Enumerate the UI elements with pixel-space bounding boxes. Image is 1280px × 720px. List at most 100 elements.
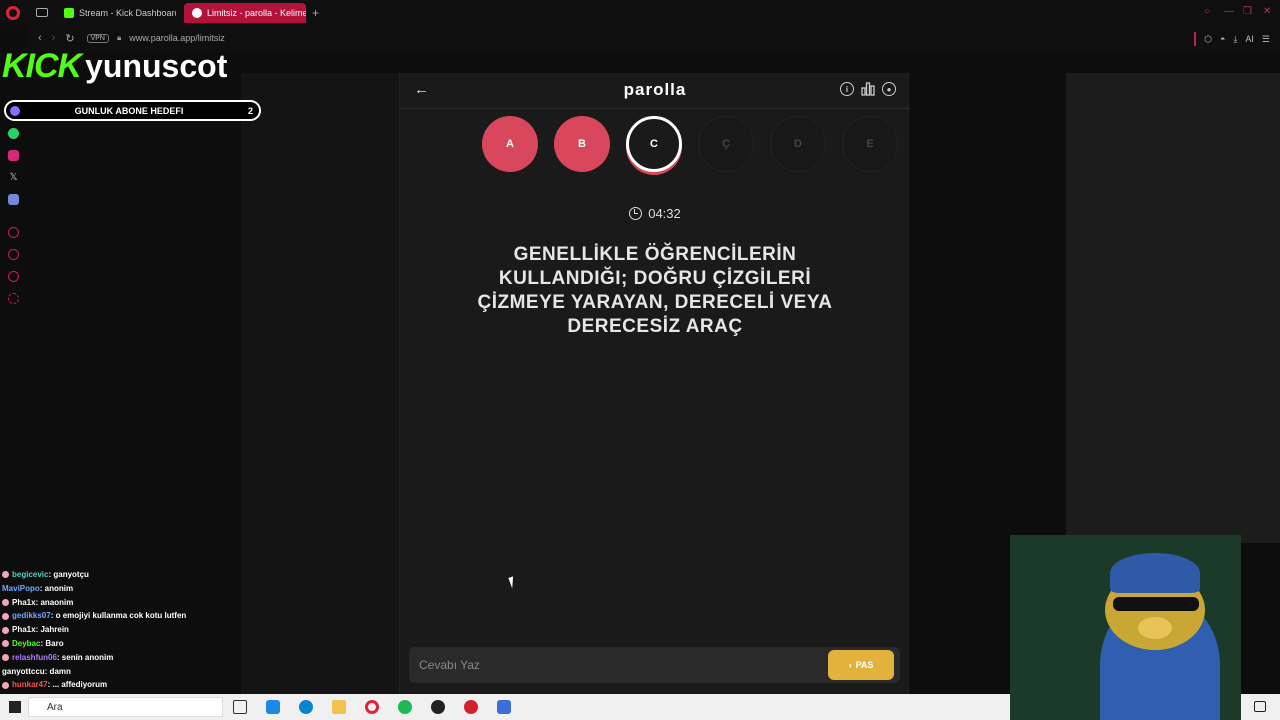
chat-message: gedikks07 : o emojiyi kullanma cok kotu … xyxy=(2,609,238,623)
page-left-margin xyxy=(241,73,399,694)
chat-username[interactable]: Pha1x xyxy=(12,596,36,610)
file-explorer-icon[interactable] xyxy=(332,700,346,714)
countdown-timer: 04:32 xyxy=(400,206,910,221)
chat-message: MaviPopo : anonim xyxy=(2,582,238,596)
subscriber-badge-icon xyxy=(2,640,9,648)
clock-icon xyxy=(629,207,643,220)
profile-icon[interactable]: ◓ xyxy=(1220,34,1225,44)
chat-text: : ganyotçu xyxy=(48,570,89,579)
tab-label: Limitsiz - parolla - Kelime xyxy=(207,7,306,18)
history-icon[interactable] xyxy=(8,249,19,260)
url-field[interactable]: www.parolla.app/limitsiz xyxy=(129,33,225,43)
bear-mascot-cap xyxy=(1110,553,1200,593)
settings-icon[interactable] xyxy=(8,293,19,304)
tab-parolla[interactable]: Limitsiz - parolla - Kelime xyxy=(184,2,306,23)
ai-button[interactable]: AI xyxy=(1245,34,1254,44)
chat-text: : anonim xyxy=(39,583,74,593)
letter-circle: B xyxy=(554,116,610,172)
taskbar-search[interactable]: Ara xyxy=(28,697,223,717)
workspaces-icon[interactable] xyxy=(36,8,48,17)
chat-username[interactable]: begicevic xyxy=(12,568,48,582)
sub-goal-count: 2 xyxy=(247,105,253,116)
browser-toolbar: ⬡ ◓ ⤓ AI ☰ xyxy=(1194,32,1270,46)
obs-icon[interactable] xyxy=(431,700,445,714)
question-text: GENELLİKLE ÖĞRENCİLERİN KULLANDIĞI; DOĞR… xyxy=(460,243,850,339)
tab-kick-dashboard[interactable]: Stream - Kick Dashboard xyxy=(56,3,176,23)
user-icon[interactable]: ● xyxy=(882,82,896,96)
app-header: ← parolla i ● xyxy=(400,73,910,109)
chat-text: : o emojiyi kullanma cok kotu lutfen xyxy=(50,611,187,621)
settings-app-icon[interactable] xyxy=(497,700,511,714)
search-label: Ara xyxy=(47,701,63,713)
chat-username[interactable]: ganyottccu xyxy=(2,665,45,679)
chat-message: relashfun06 : senin anonim xyxy=(2,651,238,665)
info-icon[interactable]: i xyxy=(840,82,854,96)
chat-username[interactable]: Pha1x xyxy=(12,623,36,637)
search-tabs-icon[interactable]: ○ xyxy=(1204,6,1210,17)
chat-username[interactable]: relashfun06 xyxy=(12,651,57,665)
kick-logo-text: KICK xyxy=(2,46,82,85)
pass-label: PAS xyxy=(855,660,874,670)
bear-mascot-snout xyxy=(1138,617,1172,639)
notification-icon[interactable] xyxy=(1254,701,1266,712)
lock-icon[interactable]: 🔒︎ xyxy=(117,33,121,43)
subscriber-badge-icon xyxy=(2,571,9,579)
discord-icon[interactable] xyxy=(8,194,19,205)
stats-icon[interactable] xyxy=(861,82,875,96)
media-player-icon[interactable] xyxy=(464,700,478,714)
task-view-icon[interactable] xyxy=(233,700,247,714)
subscriber-badge-icon xyxy=(2,626,9,634)
pass-button[interactable]: › PAS xyxy=(828,650,894,680)
chat-username[interactable]: Deybac xyxy=(12,637,40,651)
player-icon[interactable] xyxy=(8,227,19,238)
kick-icon xyxy=(64,7,74,18)
vpn-badge[interactable]: VPN xyxy=(86,33,109,43)
stream-chat: begicevic : ganyotçu MaviPopo : anonim Pha… xyxy=(2,568,238,692)
chat-text: : senin anonim xyxy=(56,652,114,662)
opera-menu-icon[interactable] xyxy=(6,5,20,20)
new-tab-button[interactable]: + xyxy=(312,6,319,20)
letter-circle: E xyxy=(842,116,898,172)
subscriber-badge-icon xyxy=(2,598,9,606)
back-icon[interactable]: ‹ xyxy=(38,32,42,44)
instagram-icon[interactable] xyxy=(8,150,19,161)
parolla-icon xyxy=(192,7,202,18)
close-button[interactable]: ✕ xyxy=(1263,6,1271,17)
parolla-app: ← parolla i ● A B C Ç D E 04:32 GENELLİK… xyxy=(399,73,910,694)
start-icon[interactable] xyxy=(9,701,21,713)
download-icon[interactable]: ⤓ xyxy=(1233,34,1237,45)
page-right-margin xyxy=(1066,73,1280,543)
x-icon[interactable]: 𝕏 xyxy=(8,172,19,183)
subscriber-badge-icon xyxy=(2,654,9,662)
windows-taskbar: Ara xyxy=(0,694,1010,720)
forward-icon[interactable]: › xyxy=(52,32,56,44)
extensions-icon[interactable]: ⬡ xyxy=(1204,34,1212,45)
channel-name: yunuscot xyxy=(85,47,228,84)
feedback-icon[interactable] xyxy=(8,271,19,282)
chat-username[interactable]: MaviPopo xyxy=(2,582,40,596)
sub-goal-label: GUNLUK ABONE HEDEFI xyxy=(74,105,184,116)
chat-text: : Jahrein xyxy=(35,625,69,635)
restore-button[interactable]: ❐ xyxy=(1243,6,1252,17)
answer-input[interactable] xyxy=(419,656,819,674)
bear-mascot-glasses xyxy=(1113,597,1199,611)
chat-username[interactable]: gedikks07 xyxy=(12,609,51,623)
edge-icon[interactable] xyxy=(299,700,313,714)
spotify-icon[interactable] xyxy=(398,700,412,714)
subscriber-badge-icon xyxy=(2,681,9,689)
divider xyxy=(1194,32,1197,46)
minimize-button[interactable]: — xyxy=(1224,6,1234,17)
chat-username[interactable]: hunkar47 xyxy=(12,678,48,692)
letter-circle: A xyxy=(482,116,538,172)
opera-icon[interactable] xyxy=(365,700,379,714)
chat-message: ganyottccu : damn xyxy=(2,665,238,679)
whatsapp-icon[interactable] xyxy=(8,128,19,139)
menu-icon[interactable]: ☰ xyxy=(1262,34,1270,45)
question-line: GENELLİKLE ÖĞRENCİLERİN xyxy=(513,244,797,265)
question-line: ÇİZMEYE YARAYAN, DERECELİ VEYA xyxy=(477,292,833,313)
tab-label: Stream - Kick Dashboard xyxy=(79,7,176,18)
reload-icon[interactable]: ↻ xyxy=(65,32,74,45)
outlook-icon[interactable] xyxy=(266,700,280,714)
chat-message: Deybac : Baro xyxy=(2,637,238,651)
sub-goal-bar: GUNLUK ABONE HEDEFI 2 xyxy=(4,100,261,121)
